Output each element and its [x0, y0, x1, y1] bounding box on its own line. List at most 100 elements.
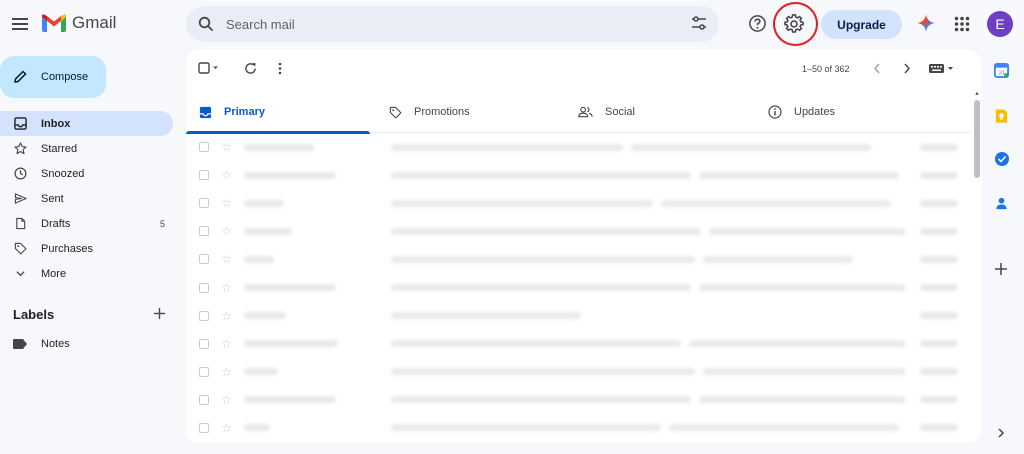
- sidebar-item-more[interactable]: More: [0, 261, 173, 286]
- tab-primary[interactable]: Primary: [186, 91, 370, 134]
- row-date-blurred: [920, 171, 958, 179]
- row-subject-blurred: [391, 199, 653, 207]
- table-row[interactable]: ☆: [186, 358, 972, 386]
- row-subject-blurred: [391, 340, 681, 348]
- upgrade-button[interactable]: Upgrade: [821, 10, 902, 39]
- table-row[interactable]: ☆: [186, 414, 972, 442]
- mail-list-panel: 1–50 of 362 Primary Promotions Social Up…: [186, 49, 981, 443]
- table-row[interactable]: ☆: [186, 189, 972, 217]
- search-input[interactable]: [226, 16, 646, 32]
- row-checkbox[interactable]: [199, 226, 209, 237]
- row-sender-blurred: [244, 143, 314, 151]
- row-date-blurred: [920, 284, 958, 292]
- keep-button[interactable]: [994, 108, 1009, 124]
- newer-button[interactable]: [872, 62, 882, 75]
- sidebar-item-drafts[interactable]: Drafts 5: [0, 211, 173, 236]
- table-row[interactable]: ☆: [186, 245, 972, 273]
- checkbox-icon: [198, 62, 218, 74]
- tab-promotions[interactable]: Promotions: [389, 91, 470, 133]
- category-tabs: Primary Promotions Social Updates: [186, 91, 972, 134]
- chevron-down-icon: [13, 268, 27, 279]
- search-options-icon[interactable]: [691, 15, 707, 31]
- main-menu-button[interactable]: [8, 10, 32, 38]
- input-tools-button[interactable]: [929, 64, 957, 73]
- tab-social[interactable]: Social: [578, 91, 635, 133]
- sidebar-item-snoozed[interactable]: Snoozed: [0, 161, 173, 186]
- row-sender-blurred: [244, 171, 336, 179]
- contacts-button[interactable]: [994, 196, 1009, 211]
- refresh-icon: [245, 62, 256, 74]
- row-checkbox[interactable]: [199, 366, 209, 377]
- sidebar-nav: Inbox Starred Snoozed Sent Drafts 5 Purc…: [0, 111, 173, 286]
- table-row[interactable]: ☆: [186, 161, 972, 189]
- gemini-button[interactable]: [917, 14, 935, 32]
- star-icon[interactable]: ☆: [221, 309, 232, 323]
- star-icon[interactable]: ☆: [221, 281, 232, 295]
- row-checkbox[interactable]: [199, 282, 209, 293]
- table-row[interactable]: ☆: [186, 217, 972, 245]
- tab-updates[interactable]: Updates: [768, 91, 835, 133]
- row-checkbox[interactable]: [199, 170, 209, 181]
- sidebar-item-sent[interactable]: Sent: [0, 186, 173, 211]
- row-subject-blurred: [391, 368, 695, 376]
- table-row[interactable]: ☆: [186, 330, 972, 358]
- gmail-logo[interactable]: Gmail: [42, 13, 116, 33]
- sidebar-item-inbox[interactable]: Inbox: [0, 111, 173, 136]
- create-label-button[interactable]: [153, 307, 166, 320]
- select-checkbox[interactable]: [198, 62, 220, 74]
- table-row[interactable]: ☆: [186, 386, 972, 414]
- scroll-up-arrow[interactable]: ▲: [974, 91, 980, 97]
- google-apps-button[interactable]: [954, 16, 970, 32]
- star-icon[interactable]: ☆: [221, 337, 232, 351]
- row-snippet-blurred: [699, 284, 906, 292]
- star-icon[interactable]: ☆: [221, 196, 232, 210]
- search-icon[interactable]: [198, 16, 214, 32]
- plus-icon: [153, 307, 166, 320]
- star-icon[interactable]: ☆: [221, 421, 232, 435]
- row-checkbox[interactable]: [199, 394, 209, 405]
- compose-button[interactable]: Compose: [0, 56, 106, 98]
- people-icon: [578, 106, 593, 118]
- account-avatar[interactable]: E: [987, 11, 1013, 37]
- star-icon[interactable]: ☆: [221, 365, 232, 379]
- scrollbar-thumb[interactable]: [974, 100, 980, 178]
- gmail-m-icon: [42, 14, 66, 32]
- table-row[interactable]: ☆: [186, 133, 972, 161]
- star-icon[interactable]: ☆: [221, 252, 232, 266]
- sidebar-item-label: Drafts: [41, 217, 71, 230]
- row-checkbox[interactable]: [199, 142, 209, 153]
- sidebar-item-label: Purchases: [41, 242, 93, 255]
- row-subject-blurred: [391, 312, 581, 320]
- row-checkbox[interactable]: [199, 198, 209, 209]
- row-checkbox[interactable]: [199, 338, 209, 349]
- star-icon[interactable]: ☆: [221, 224, 232, 238]
- more-actions-button[interactable]: [278, 62, 282, 75]
- refresh-button[interactable]: [244, 62, 257, 75]
- get-addons-button[interactable]: [994, 262, 1008, 276]
- sidebar-item-starred[interactable]: Starred: [0, 136, 173, 161]
- row-checkbox[interactable]: [199, 422, 209, 433]
- calendar-icon: 31: [994, 63, 1009, 78]
- sidebar-item-purchases[interactable]: Purchases: [0, 236, 173, 261]
- show-side-panel-button[interactable]: [996, 427, 1006, 439]
- table-row[interactable]: ☆: [186, 302, 972, 330]
- tasks-button[interactable]: [994, 151, 1010, 167]
- label-item-notes[interactable]: Notes: [13, 336, 70, 352]
- table-row[interactable]: ☆: [186, 273, 972, 301]
- row-checkbox[interactable]: [199, 310, 209, 321]
- star-icon[interactable]: ☆: [221, 393, 232, 407]
- row-sender-blurred: [244, 199, 284, 207]
- star-icon[interactable]: ☆: [221, 140, 232, 154]
- row-subject-blurred: [391, 143, 623, 151]
- star-icon[interactable]: ☆: [221, 168, 232, 182]
- row-subject-blurred: [391, 255, 695, 263]
- row-checkbox[interactable]: [199, 254, 209, 265]
- keep-icon: [995, 109, 1008, 123]
- search-bar[interactable]: [186, 6, 719, 42]
- calendar-button[interactable]: 31: [994, 63, 1009, 78]
- row-snippet-blurred: [703, 368, 906, 376]
- sidebar-item-label: Sent: [41, 192, 64, 205]
- older-button[interactable]: [902, 62, 912, 75]
- support-button[interactable]: [748, 14, 767, 33]
- pencil-icon: [14, 70, 27, 83]
